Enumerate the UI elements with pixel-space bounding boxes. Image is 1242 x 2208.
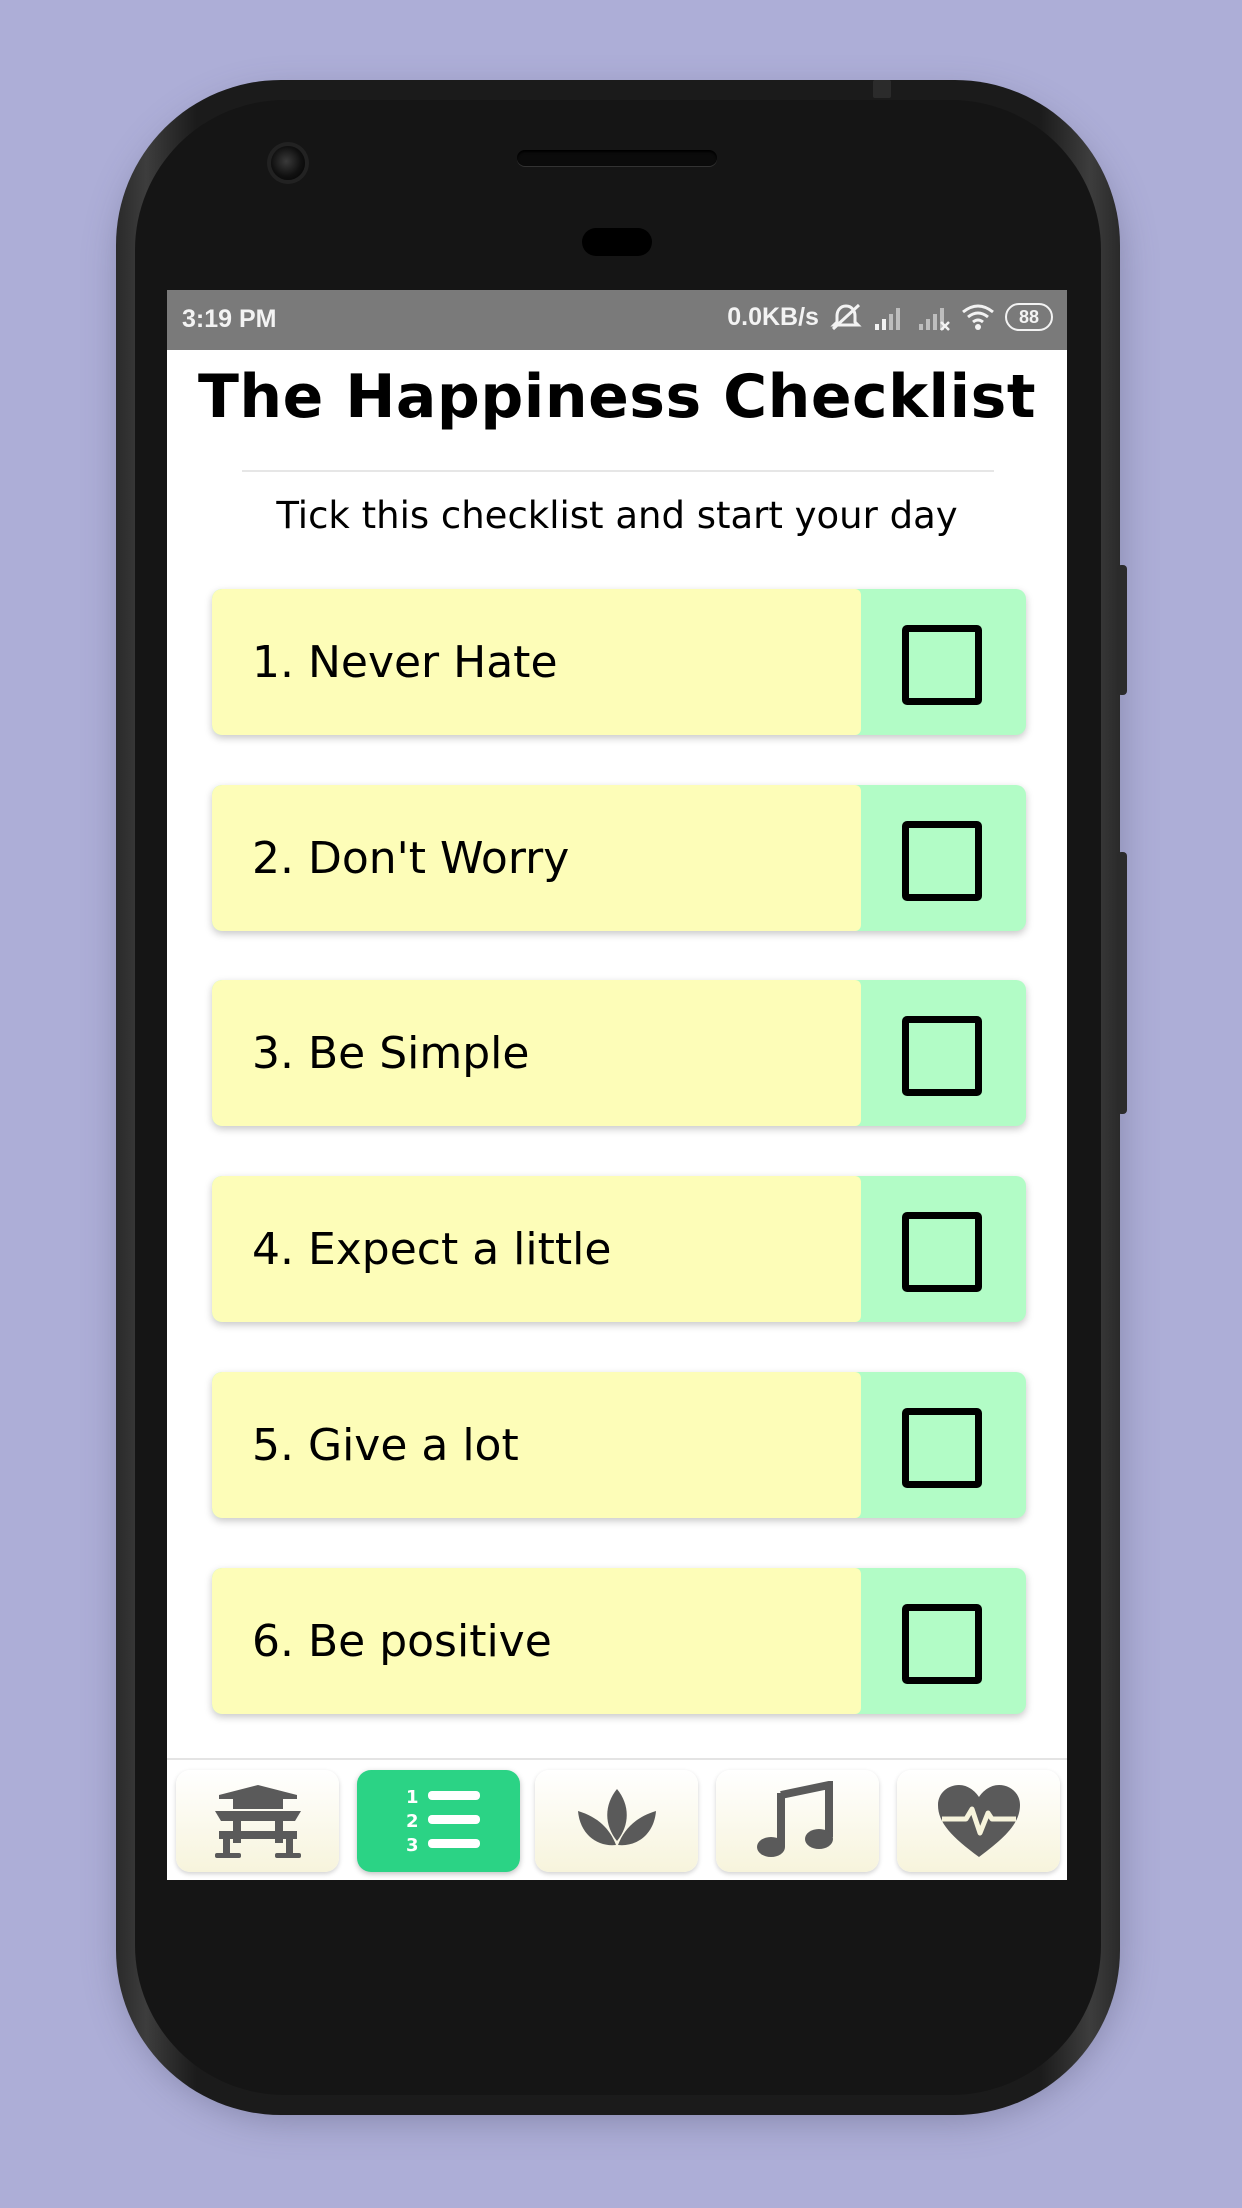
power-button [1117,565,1127,695]
temple-icon [214,1785,301,1858]
checklist-item-label-box: 1. Never Hate [212,589,861,735]
heartbeat-icon [937,1785,1020,1857]
numbered-list-icon: 1 2 3 [406,1787,480,1856]
checklist-item[interactable]: 3. Be Simple [212,980,1026,1126]
network-speed: 0.0KB/s [727,302,819,331]
checklist-item-label-box: 3. Be Simple [212,980,861,1126]
nav-meditation-button[interactable] [535,1770,698,1872]
lotus-icon [577,1789,656,1846]
nav-home-button[interactable] [176,1770,339,1872]
bottom-nav: 1 2 3 [167,1758,1067,1880]
title-divider [242,470,994,472]
checklist-item[interactable]: 1. Never Hate [212,589,1026,735]
checklist-item-label-box: 4. Expect a little [212,1176,861,1322]
checklist-item-label-box: 6. Be positive [212,1568,861,1714]
volume-button [1117,852,1127,1114]
checklist-item[interactable]: 5. Give a lot [212,1372,1026,1518]
app-screen: 3:19 PM 0.0KB/s 88 The Happiness Checkli… [167,290,1067,1880]
nav-checklist-button[interactable]: 1 2 3 [357,1770,520,1872]
checklist-item-label: 6. Be positive [252,1616,552,1667]
checklist-item-label: 4. Expect a little [252,1224,612,1275]
top-notch [873,80,891,98]
nav-health-button[interactable] [897,1770,1060,1872]
checklist-item[interactable]: 2. Don't Worry [212,785,1026,931]
page-title: The Happiness Checklist [197,362,1037,432]
checkbox[interactable] [902,1212,982,1292]
checkbox[interactable] [902,1604,982,1684]
checklist-item-label-box: 2. Don't Worry [212,785,861,931]
wifi-icon [961,302,995,332]
svg-text:2: 2 [406,1811,419,1832]
checklist-item-label: 1. Never Hate [252,637,558,688]
music-note-icon [756,1781,833,1857]
checkbox[interactable] [902,821,982,901]
svg-text:1: 1 [406,1787,419,1808]
checkbox[interactable] [902,625,982,705]
checklist-item[interactable]: 4. Expect a little [212,1176,1026,1322]
nav-music-button[interactable] [716,1770,879,1872]
checkbox[interactable] [902,1016,982,1096]
checklist-item[interactable]: 6. Be positive [212,1568,1026,1714]
signal-x-icon [917,302,951,332]
earpiece-speaker [517,150,717,166]
signal-icon [873,302,907,332]
page-subtitle: Tick this checklist and start your day [276,494,958,537]
status-indicators: 0.0KB/s 88 [727,302,1053,332]
checkbox[interactable] [902,1408,982,1488]
checklist-item-label-box: 5. Give a lot [212,1372,861,1518]
status-time: 3:19 PM [182,305,277,333]
status-bar: 3:19 PM 0.0KB/s 88 [167,290,1067,350]
checklist-item-label: 3. Be Simple [252,1028,530,1079]
checklist-item-label: 2. Don't Worry [252,833,570,884]
checklist-item-label: 5. Give a lot [252,1420,519,1471]
battery-icon: 88 [1004,303,1053,331]
alarm-off-icon [829,302,863,332]
svg-text:3: 3 [406,1835,419,1856]
front-camera [271,146,305,180]
proximity-sensor [582,228,652,256]
